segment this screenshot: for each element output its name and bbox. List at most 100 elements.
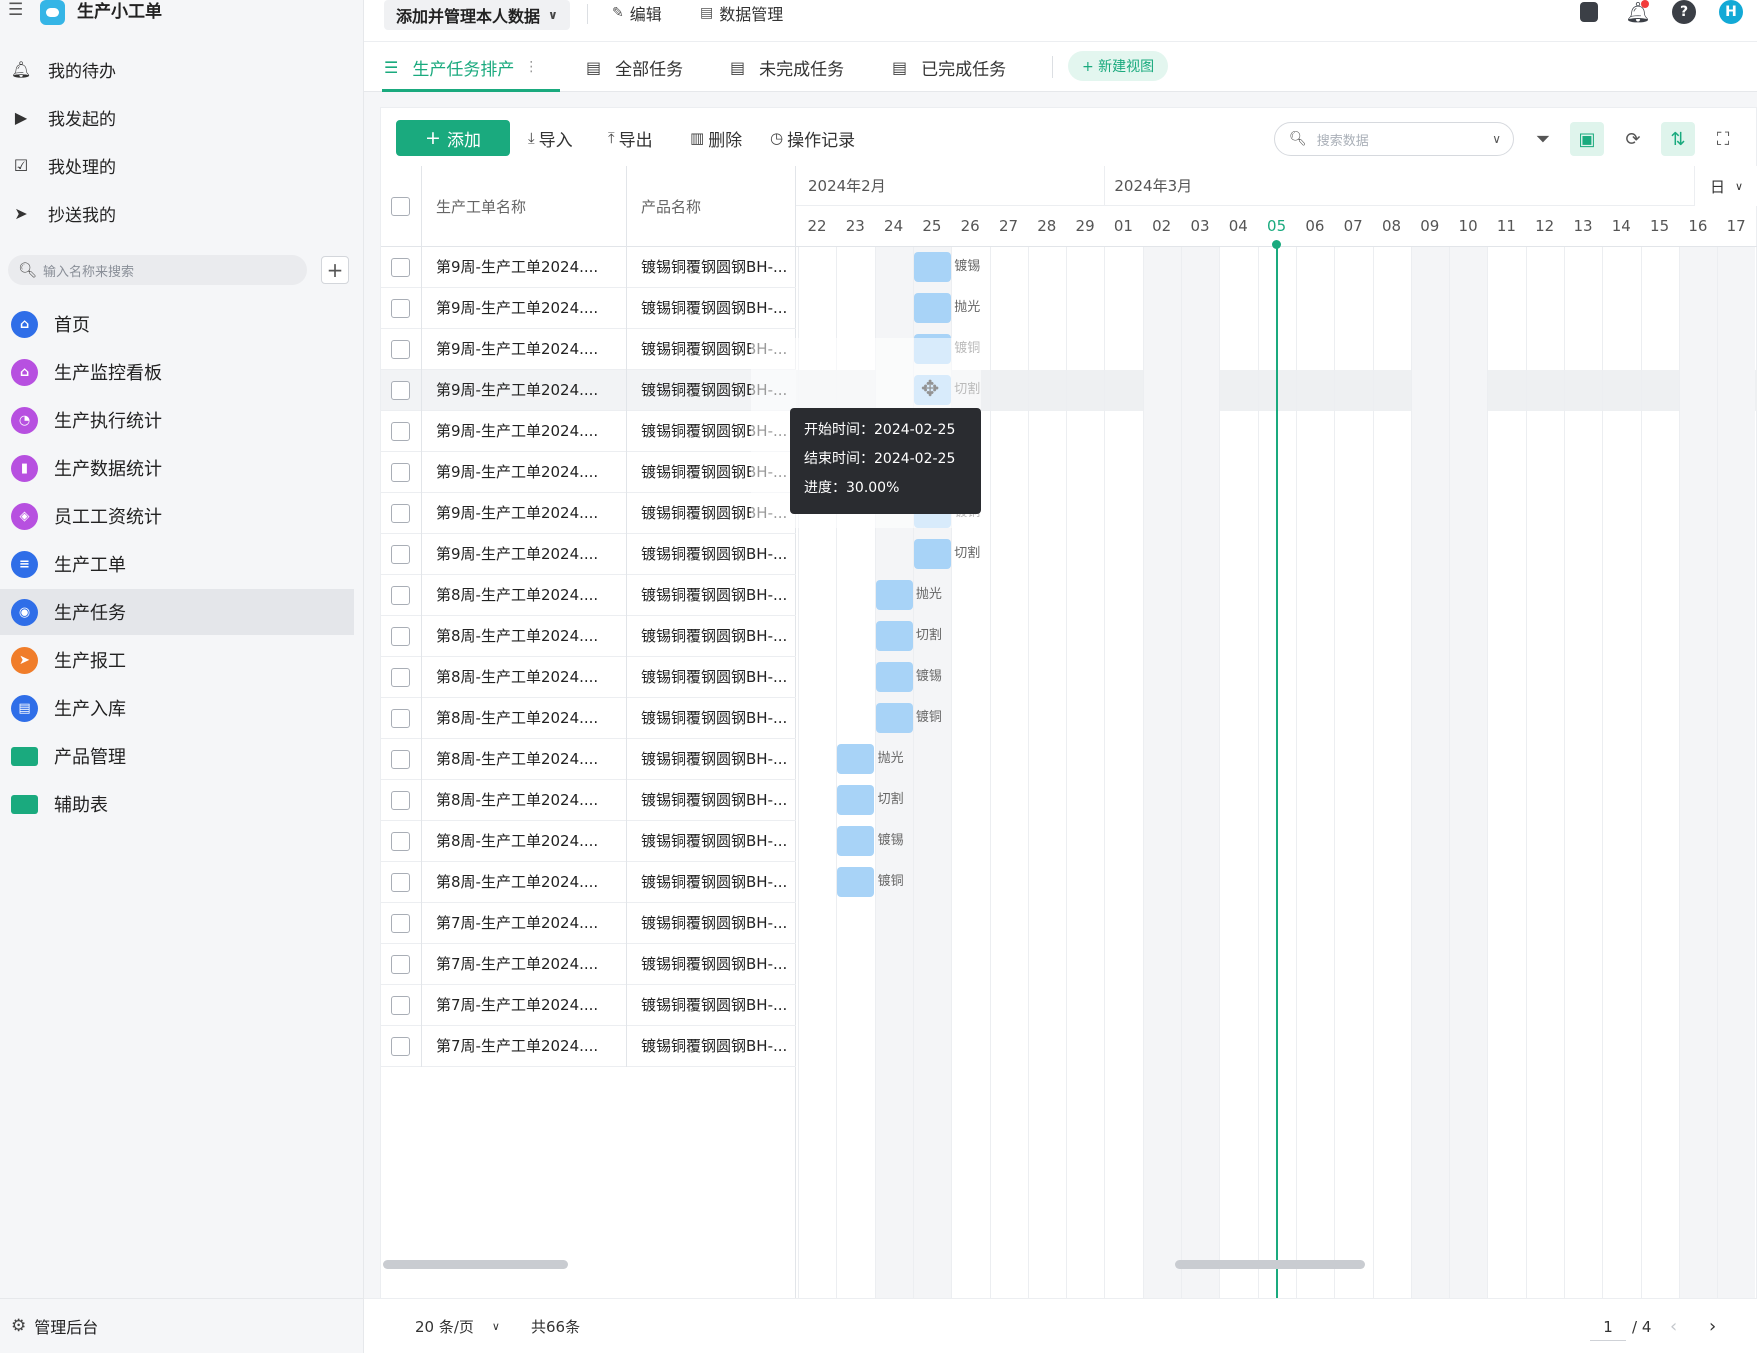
gantt-task-bar[interactable]	[875, 580, 913, 610]
row-checkbox[interactable]	[391, 627, 410, 646]
gantt-task-bar[interactable]	[837, 826, 875, 856]
tab-completed-tasks[interactable]: ▤ 已完成任务	[892, 42, 1006, 92]
sidebar-item[interactable]: ◔ 生产执行统计	[0, 397, 354, 443]
row-checkbox[interactable]	[391, 340, 410, 359]
row-checkbox[interactable]	[391, 299, 410, 318]
gantt-task-bar[interactable]	[837, 867, 875, 897]
quick-link[interactable]: 🔔︎ 我的待办	[0, 49, 364, 89]
row-checkbox[interactable]	[391, 709, 410, 728]
more-vertical-icon[interactable]: ⋮	[524, 59, 538, 75]
table-row[interactable]: 第8周-生产工单2024.... 镀锡铜覆钢圆钢BH-...	[381, 780, 796, 821]
row-checkbox[interactable]	[391, 586, 410, 605]
quick-link[interactable]: ☑ 我处理的	[0, 145, 364, 185]
row-checkbox[interactable]	[391, 1037, 410, 1056]
row-checkbox[interactable]	[391, 668, 410, 687]
gantt-task-bar[interactable]	[875, 662, 913, 692]
fullscreen-icon[interactable]: ⛶	[1706, 122, 1740, 156]
row-checkbox[interactable]	[391, 258, 410, 277]
select-all-checkbox[interactable]	[391, 197, 410, 216]
table-row[interactable]: 第8周-生产工单2024.... 镀锡铜覆钢圆钢BH-...	[381, 821, 796, 862]
add-button[interactable]: + 添加	[396, 120, 510, 156]
current-page-input[interactable]: 1	[1590, 1313, 1626, 1341]
tab-incomplete-tasks[interactable]: ▤ 未完成任务	[730, 42, 844, 92]
color-setting-icon[interactable]: ▣	[1570, 122, 1604, 156]
view-selector[interactable]: 添加并管理本人数据 ∨	[384, 0, 570, 30]
tab-gantt-schedule[interactable]: ☰ 生产任务排产 ⋮	[384, 42, 538, 92]
table-row[interactable]: 第8周-生产工单2024.... 镀锡铜覆钢圆钢BH-...	[381, 575, 796, 616]
sidebar-item[interactable]: 产品管理	[0, 733, 354, 779]
tree-view-icon[interactable]: ⇅	[1661, 122, 1695, 156]
sidebar-item[interactable]: ◈ 员工工资统计	[0, 493, 354, 539]
table-row[interactable]: 第8周-生产工单2024.... 镀锡铜覆钢圆钢BH-...	[381, 862, 796, 903]
row-checkbox[interactable]	[391, 545, 410, 564]
gantt-task-bar[interactable]	[837, 744, 875, 774]
table-row[interactable]: 第8周-生产工单2024.... 镀锡铜覆钢圆钢BH-...	[381, 739, 796, 780]
sidebar-item[interactable]: 辅助表	[0, 781, 354, 827]
table-row[interactable]: 第9周-生产工单2024.... 镀锡铜覆钢圆钢BH-...	[381, 329, 796, 370]
quick-link[interactable]: ▶ 我发起的	[0, 97, 364, 137]
table-row[interactable]: 第9周-生产工单2024.... 镀锡铜覆钢圆钢BH-...	[381, 247, 796, 288]
sidebar-item[interactable]: ▤ 生产入库	[0, 685, 354, 731]
data-manage-button[interactable]: ▤ 数据管理	[700, 0, 783, 26]
admin-link[interactable]: ⚙ 管理后台	[0, 1298, 364, 1353]
table-row[interactable]: 第8周-生产工单2024.... 镀锡铜覆钢圆钢BH-...	[381, 698, 796, 739]
table-row[interactable]: 第7周-生产工单2024.... 镀锡铜覆钢圆钢BH-...	[381, 1026, 796, 1067]
data-search-input[interactable]: 🔍︎ 搜索数据 ∨	[1274, 122, 1514, 156]
row-checkbox[interactable]	[391, 381, 410, 400]
export-button[interactable]: ⤒ 导出	[608, 120, 653, 156]
table-row[interactable]: 第7周-生产工单2024.... 镀锡铜覆钢圆钢BH-...	[381, 985, 796, 1026]
gantt-task-bar[interactable]	[875, 703, 913, 733]
row-checkbox[interactable]	[391, 750, 410, 769]
sidebar-item[interactable]: ◉ 生产任务	[0, 589, 354, 635]
row-checkbox[interactable]	[391, 791, 410, 810]
table-row[interactable]: 第9周-生产工单2024.... 镀锡铜覆钢圆钢BH-...	[381, 370, 796, 411]
table-row[interactable]: 第8周-生产工单2024.... 镀锡铜覆钢圆钢BH-...	[381, 657, 796, 698]
sidebar-item[interactable]: ⌂ 生产监控看板	[0, 349, 354, 395]
table-row[interactable]: 第9周-生产工单2024.... 镀锡铜覆钢圆钢BH-...	[381, 288, 796, 329]
sidebar-item[interactable]: ≡ 生产工单	[0, 541, 354, 587]
table-horizontal-scrollbar[interactable]	[383, 1260, 568, 1269]
sidebar-item[interactable]: ➤ 生产报工	[0, 637, 354, 683]
new-view-button[interactable]: + 新建视图	[1068, 51, 1169, 81]
row-checkbox[interactable]	[391, 914, 410, 933]
row-checkbox[interactable]	[391, 463, 410, 482]
previous-page-icon[interactable]: ‹	[1670, 1299, 1677, 1353]
column-header-product-name[interactable]: 产品名称	[641, 166, 701, 247]
edit-button[interactable]: ✎ 编辑	[612, 0, 662, 26]
table-row[interactable]: 第9周-生产工单2024.... 镀锡铜覆钢圆钢BH-...	[381, 411, 796, 452]
sidebar-add-button[interactable]: +	[321, 256, 349, 284]
gantt-task-bar[interactable]	[913, 252, 951, 282]
gantt-task-bar[interactable]	[837, 785, 875, 815]
table-row[interactable]: 第9周-生产工单2024.... 镀锡铜覆钢圆钢BH-...	[381, 452, 796, 493]
row-checkbox[interactable]	[391, 955, 410, 974]
delete-button[interactable]: ▥ 删除	[690, 120, 742, 156]
operation-log-button[interactable]: ◷ 操作记录	[770, 120, 855, 156]
column-header-order-name[interactable]: 生产工单名称	[436, 166, 526, 247]
next-page-icon[interactable]: ›	[1709, 1299, 1716, 1353]
refresh-icon[interactable]: ⟳	[1616, 122, 1650, 156]
quick-link[interactable]: ➤ 抄送我的	[0, 193, 364, 233]
sidebar-item[interactable]: ▮ 生产数据统计	[0, 445, 354, 491]
sidebar-item[interactable]: ⌂ 首页	[0, 301, 354, 347]
gantt-task-bar[interactable]	[913, 539, 951, 569]
import-button[interactable]: ⤓ 导入	[528, 120, 573, 156]
gantt-task-bar[interactable]	[913, 293, 951, 323]
row-checkbox[interactable]	[391, 832, 410, 851]
row-checkbox[interactable]	[391, 873, 410, 892]
page-size-selector[interactable]: 20 条/页 ∨	[415, 1299, 500, 1353]
table-row[interactable]: 第7周-生产工单2024.... 镀锡铜覆钢圆钢BH-...	[381, 944, 796, 985]
user-avatar[interactable]: H	[1719, 0, 1743, 24]
help-icon[interactable]: ?	[1672, 0, 1696, 24]
tab-all-tasks[interactable]: ▤ 全部任务	[586, 42, 683, 92]
row-checkbox[interactable]	[391, 422, 410, 441]
sidebar-search-input[interactable]: 🔍︎ 输入名称来搜索	[8, 255, 307, 285]
menu-collapse-icon[interactable]: ☰	[8, 0, 26, 20]
table-row[interactable]: 第9周-生产工单2024.... 镀锡铜覆钢圆钢BH-...	[381, 534, 796, 575]
gantt-task-bar[interactable]	[875, 621, 913, 651]
book-icon[interactable]	[1580, 2, 1598, 22]
table-row[interactable]: 第9周-生产工单2024.... 镀锡铜覆钢圆钢BH-...	[381, 493, 796, 534]
table-row[interactable]: 第8周-生产工单2024.... 镀锡铜覆钢圆钢BH-...	[381, 616, 796, 657]
table-row[interactable]: 第7周-生产工单2024.... 镀锡铜覆钢圆钢BH-...	[381, 903, 796, 944]
time-unit-selector[interactable]: 日 ∨	[1694, 166, 1757, 206]
gantt-horizontal-scrollbar[interactable]	[1175, 1260, 1365, 1269]
